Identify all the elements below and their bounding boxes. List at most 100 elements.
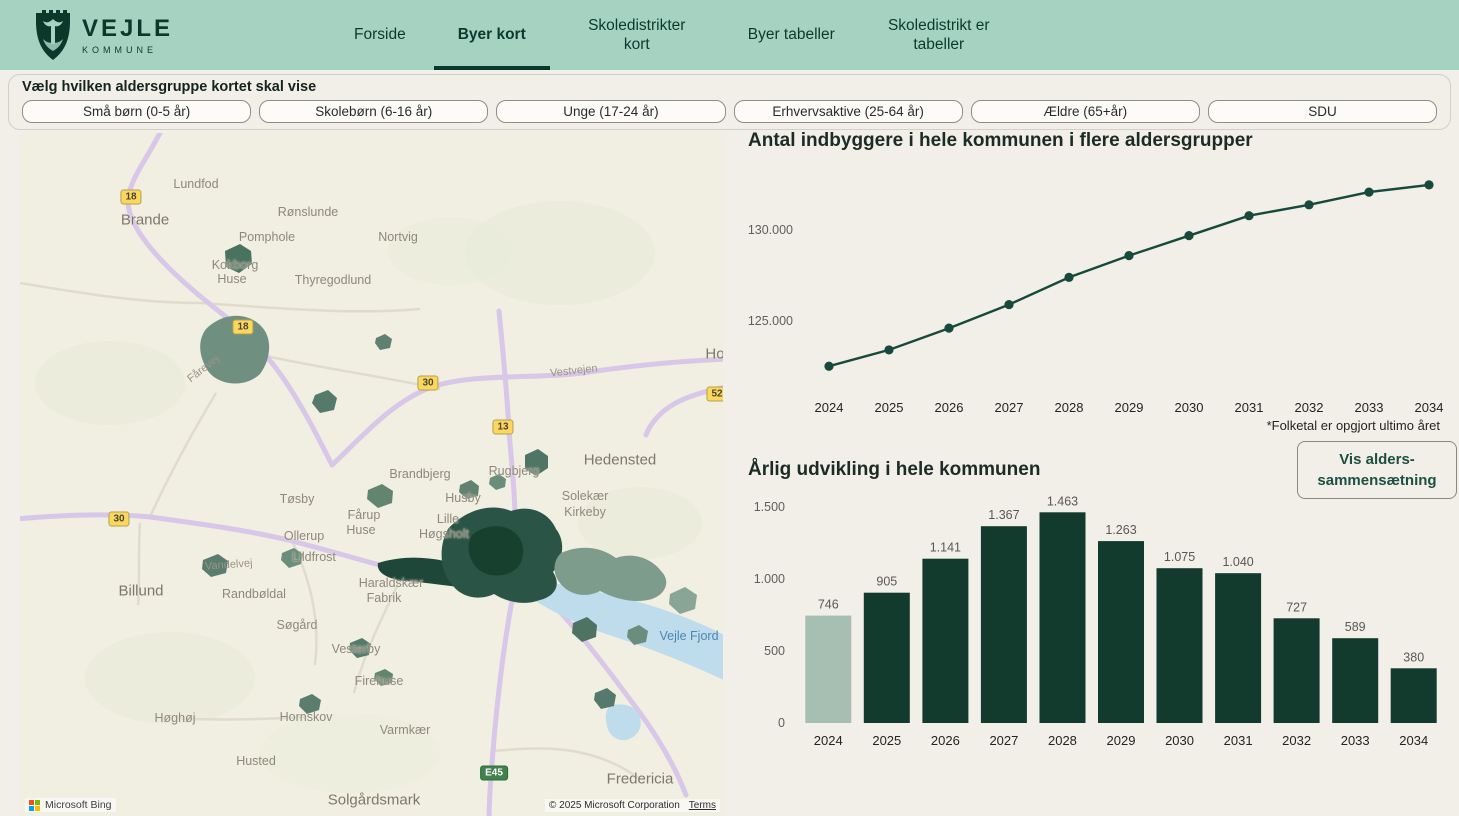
map-place-label: Kokborg — [212, 258, 259, 272]
map-place-label: Brande — [121, 212, 169, 229]
svg-text:2030: 2030 — [1165, 733, 1194, 748]
map-place-label: Huse — [346, 523, 375, 537]
municipality-map[interactable]: LundfodBrandeRønslundePompholeNortvigKok… — [20, 133, 723, 816]
svg-text:2029: 2029 — [1115, 400, 1144, 415]
bing-attribution-text: Microsoft Bing — [45, 799, 112, 811]
map-place-label: Randbøldal — [222, 587, 286, 601]
map-place-label: Firehuse — [355, 674, 404, 688]
filter-button-sdu[interactable]: SDU — [1208, 100, 1437, 123]
svg-text:2028: 2028 — [1055, 400, 1084, 415]
svg-text:2034: 2034 — [1399, 733, 1428, 748]
map-place-label: Brandbjerg — [389, 467, 450, 481]
bar-chart-header: Årlig udvikling i hele kommunen Vis alde… — [735, 459, 1459, 481]
map-place-label: Husted — [236, 754, 276, 768]
nav-tab-label: Byer kort — [458, 25, 526, 44]
svg-text:2031: 2031 — [1224, 733, 1253, 748]
filter-button-smaa-boern[interactable]: Små børn (0-5 år) — [22, 100, 251, 123]
filter-button-erhvervsaktive[interactable]: Erhvervsaktive (25-64 år) — [734, 100, 963, 123]
svg-text:500: 500 — [764, 644, 785, 658]
map-place-label: Kirkeby — [564, 505, 606, 519]
map-place-label: Hornskov — [280, 710, 333, 724]
population-line-chart[interactable]: 125.000130.00020242025202620272028202920… — [735, 152, 1459, 422]
nav-tab-forside[interactable]: Forside — [330, 0, 430, 70]
nav-tab-skoledistrikter-kort[interactable]: Skoledistrikter kort — [554, 0, 720, 70]
filter-buttons: Små børn (0-5 år) Skolebørn (6-16 år) Un… — [22, 100, 1437, 123]
dashboard: VEJLE KOMMUNE Forside Byer kort Skoledis… — [0, 0, 1459, 816]
water-label: Vejle Fjord — [659, 629, 718, 643]
nav-tab-label: Forside — [354, 25, 406, 44]
show-age-composition-button[interactable]: Vis alders-sammensætning — [1297, 441, 1457, 499]
filter-button-aeldre[interactable]: Ældre (65+år) — [971, 100, 1200, 123]
svg-text:2030: 2030 — [1175, 400, 1204, 415]
road-name-label: Vandelvej — [205, 557, 253, 572]
map-place-label: Thyregodlund — [295, 273, 371, 287]
map-place-label: Haraldskær — [359, 576, 424, 590]
map-place-label: Fårup — [348, 508, 381, 522]
svg-text:2027: 2027 — [989, 733, 1018, 748]
nav-tab-byer-kort[interactable]: Byer kort — [434, 0, 550, 70]
svg-text:2033: 2033 — [1355, 400, 1384, 415]
road-number-badge: 52 — [706, 387, 723, 402]
svg-text:1.263: 1.263 — [1105, 523, 1136, 537]
svg-text:380: 380 — [1403, 650, 1424, 664]
svg-text:1.040: 1.040 — [1222, 555, 1253, 569]
population-footnote: *Folketal er opgjort ultimo året — [735, 418, 1459, 433]
svg-text:2029: 2029 — [1107, 733, 1136, 748]
map-place-label: Lille — [437, 512, 459, 526]
road-number-badge: 30 — [417, 376, 438, 391]
terms-link[interactable]: Terms — [689, 800, 716, 811]
svg-text:125.000: 125.000 — [748, 314, 793, 328]
logo-title: VEJLE — [82, 15, 173, 43]
road-number-badge: E45 — [480, 766, 508, 781]
development-bar-chart[interactable]: 05001.0001.500746202490520251.14120261.3… — [735, 481, 1459, 753]
logo-subtitle: KOMMUNE — [82, 45, 173, 55]
map-place-label: Solekær — [562, 489, 609, 503]
svg-text:2026: 2026 — [935, 400, 964, 415]
svg-text:2025: 2025 — [872, 733, 901, 748]
map-place-label: Søgård — [277, 618, 318, 632]
road-name-label: Vestvejen — [550, 363, 599, 380]
header: VEJLE KOMMUNE Forside Byer kort Skoledis… — [0, 0, 1459, 70]
road-number-badge: 18 — [232, 320, 253, 335]
svg-text:2028: 2028 — [1048, 733, 1077, 748]
svg-text:905: 905 — [876, 575, 897, 589]
map-attribution-bing: Microsoft Bing — [25, 798, 116, 812]
filter-button-unge[interactable]: Unge (17-24 år) — [496, 100, 725, 123]
svg-text:0: 0 — [778, 716, 785, 730]
nav-tab-skoledistrikter-tabeller[interactable]: Skoledistrikt er tabeller — [863, 0, 1015, 70]
svg-text:2031: 2031 — [1235, 400, 1264, 415]
map-place-label: Fredericia — [607, 771, 674, 788]
map-place-label: Husby — [445, 491, 480, 505]
filter-label: Vælg hvilken aldersgruppe kortet skal vi… — [22, 79, 1437, 95]
map-place-label: Høgsholt — [419, 527, 469, 541]
map-place-label: Rønslunde — [278, 205, 338, 219]
nav-tab-byer-tabeller[interactable]: Byer tabeller — [724, 0, 859, 70]
map-place-label: Solgårdsmark — [328, 792, 421, 809]
road-number-badge: 30 — [108, 512, 129, 527]
road-number-badge: 18 — [120, 190, 141, 205]
svg-text:2032: 2032 — [1295, 400, 1324, 415]
vejle-logo: VEJLE KOMMUNE — [0, 0, 173, 70]
svg-text:746: 746 — [818, 598, 839, 612]
charts-panel: Antal indbyggere i hele kommunen i flere… — [735, 130, 1459, 816]
map-place-label: Lundfod — [173, 177, 218, 191]
svg-text:2025: 2025 — [875, 400, 904, 415]
road-name-label: Fårevej — [185, 353, 221, 385]
map-place-label: Huse — [217, 272, 246, 286]
road-number-badge: 13 — [492, 420, 513, 435]
map-place-label: Hedensted — [584, 452, 657, 469]
svg-text:2026: 2026 — [931, 733, 960, 748]
map-place-label: Fabrik — [367, 591, 402, 605]
svg-text:1.367: 1.367 — [988, 508, 1019, 522]
nav-tab-label: Skoledistrikt er tabeller — [887, 16, 991, 55]
line-chart-title: Antal indbyggere i hele kommunen i flere… — [735, 130, 1459, 152]
svg-text:1.141: 1.141 — [930, 541, 961, 555]
age-group-filter: Vælg hvilken aldersgruppe kortet skal vi… — [8, 74, 1451, 130]
nav-tab-label: Byer tabeller — [748, 25, 835, 44]
map-place-label: Lildfrost — [292, 550, 336, 564]
main-nav: Forside Byer kort Skoledistrikter kort B… — [330, 0, 1015, 70]
filter-button-skoleboern[interactable]: Skolebørn (6-16 år) — [259, 100, 488, 123]
svg-text:727: 727 — [1286, 600, 1307, 614]
copyright-text: © 2025 Microsoft Corporation — [549, 800, 680, 811]
microsoft-logo-icon — [29, 800, 40, 811]
